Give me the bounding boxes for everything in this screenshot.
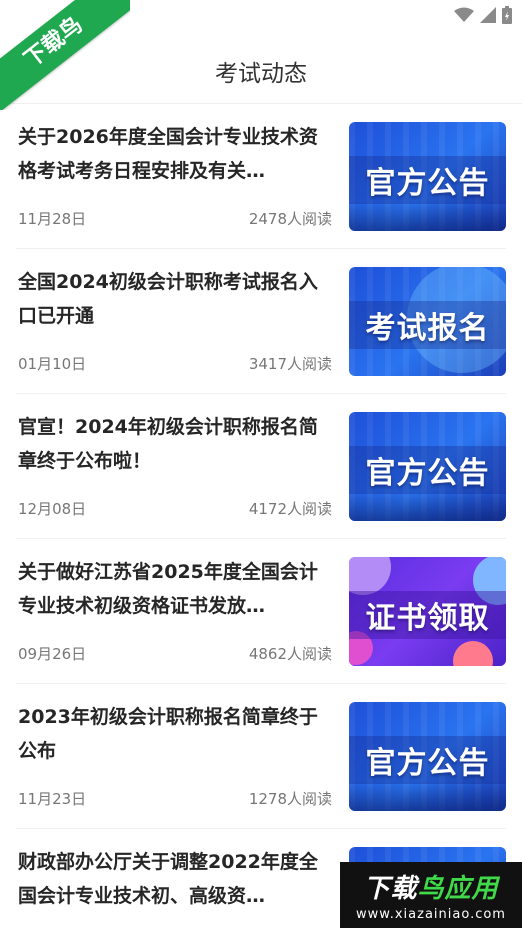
article-title: 财政部办公厅关于调整2022年度全国会计专业技术初、高级资… bbox=[18, 851, 318, 907]
article-thumbnail: 官方公告 bbox=[349, 122, 506, 231]
article-title: 全国2024初级会计职称考试报名入口已开通 bbox=[18, 271, 318, 327]
corner-ribbon: 下载鸟 bbox=[0, 0, 130, 110]
thumbnail-label: 官方公告 bbox=[365, 166, 490, 201]
article-reads: 3417人阅读 bbox=[248, 355, 332, 373]
article-reads: 2478人阅读 bbox=[248, 210, 332, 228]
list-item[interactable]: 全国2024初级会计职称考试报名入口已开通 01月10日 3417人阅读 考试报… bbox=[16, 249, 506, 394]
battery-icon bbox=[502, 6, 512, 24]
article-thumbnail: 官方公告 bbox=[349, 412, 506, 521]
article-date: 09月26日 bbox=[18, 645, 87, 663]
article-title: 关于做好江苏省2025年度全国会计专业技术初级资格证书发放… bbox=[18, 561, 318, 617]
article-date: 11月23日 bbox=[18, 790, 87, 808]
list-item[interactable]: 2023年初级会计职称报名简章终于公布 11月23日 1278人阅读 官方公告 bbox=[16, 684, 506, 829]
article-title: 2023年初级会计职称报名简章终于公布 bbox=[18, 706, 318, 762]
article-thumbnail: 考试报名 bbox=[349, 267, 506, 376]
article-list: 关于2026年度全国会计专业技术资格考试考务日程安排及有关… 11月28日 24… bbox=[0, 104, 522, 928]
article-date: 12月08日 bbox=[18, 500, 87, 518]
article-date: 11月28日 bbox=[18, 210, 87, 228]
article-date: 01月10日 bbox=[18, 355, 87, 373]
list-item[interactable]: 关于2026年度全国会计专业技术资格考试考务日程安排及有关… 11月28日 24… bbox=[16, 104, 506, 249]
thumbnail-label: 官方公告 bbox=[365, 456, 490, 491]
article-title: 官宣！2024年初级会计职称报名简章终于公布啦！ bbox=[18, 416, 318, 472]
signal-icon bbox=[480, 7, 496, 23]
article-title: 关于2026年度全国会计专业技术资格考试考务日程安排及有关… bbox=[18, 126, 318, 182]
wifi-icon bbox=[454, 7, 474, 23]
list-item[interactable]: 官宣！2024年初级会计职称报名简章终于公布啦！ 12月08日 4172人阅读 … bbox=[16, 394, 506, 539]
list-item[interactable]: 关于做好江苏省2025年度全国会计专业技术初级资格证书发放… 09月26日 48… bbox=[16, 539, 506, 684]
thumbnail-label: 官方公告 bbox=[365, 746, 490, 781]
watermark-url: www.xiazainiao.com bbox=[356, 907, 506, 922]
article-thumbnail: 官方公告 bbox=[349, 702, 506, 811]
ribbon-text: 下载鸟 bbox=[0, 0, 130, 110]
article-thumbnail: 证书领取 bbox=[349, 557, 506, 666]
article-reads: 4862人阅读 bbox=[248, 645, 332, 663]
watermark-logo: 下载鸟应用 www.xiazainiao.com bbox=[340, 862, 522, 928]
watermark-brand: 下载鸟应用 bbox=[363, 874, 499, 904]
thumbnail-label: 证书领取 bbox=[365, 601, 490, 636]
article-reads: 4172人阅读 bbox=[248, 500, 332, 518]
thumbnail-label: 考试报名 bbox=[365, 311, 490, 346]
article-reads: 1278人阅读 bbox=[248, 790, 332, 808]
